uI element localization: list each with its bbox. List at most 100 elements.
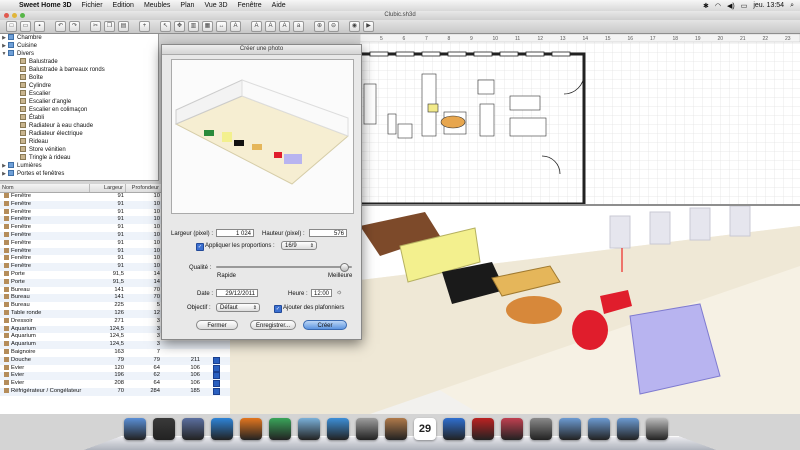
redo-icon[interactable]: ↷: [69, 21, 80, 32]
3d-round-table[interactable]: [506, 296, 562, 324]
battery-icon[interactable]: ▭: [741, 2, 748, 10]
add-text-icon[interactable]: A: [230, 21, 241, 32]
plan-furniture[interactable]: [509, 95, 541, 111]
text-style-bold-icon[interactable]: A: [251, 21, 262, 32]
add-furniture-icon[interactable]: +: [139, 21, 150, 32]
catalog-category-lumieres[interactable]: ▶ Lumières: [0, 162, 158, 170]
column-header-depth[interactable]: Profondeur: [126, 184, 162, 192]
create-dimensions-icon[interactable]: ↔: [216, 21, 227, 32]
plan-furniture[interactable]: [479, 103, 495, 137]
catalog-category-chambre[interactable]: ▶ Chambre: [0, 34, 158, 42]
safari-icon[interactable]: [327, 418, 349, 440]
table-row[interactable]: Evier 120 64 106: [0, 364, 230, 373]
create-video-icon[interactable]: ▶: [363, 21, 374, 32]
height-input[interactable]: 576: [309, 229, 347, 237]
catalog-category-cuisine[interactable]: ▶ Cuisine: [0, 42, 158, 50]
volume-icon[interactable]: ◀): [727, 2, 735, 10]
time-input[interactable]: 12:00: [311, 289, 332, 297]
visible-checkbox[interactable]: [212, 380, 220, 388]
plan-furniture[interactable]: [363, 83, 377, 125]
mission-control-icon[interactable]: [182, 418, 204, 440]
ceiling-lights-checkbox[interactable]: ✓: [274, 305, 282, 313]
disclosure-triangle-icon[interactable]: ▶: [0, 170, 8, 178]
menu-plan[interactable]: Plan: [175, 2, 199, 9]
column-header-width[interactable]: Largeur: [90, 184, 126, 192]
disclosure-triangle-icon[interactable]: ▶: [0, 34, 8, 42]
plan-furniture[interactable]: [397, 123, 413, 139]
catalog-item[interactable]: Escalier en colimaçon: [0, 106, 158, 114]
table-row[interactable]: Evier 208 64 106: [0, 380, 230, 388]
firefox-icon[interactable]: [240, 418, 262, 440]
3d-red-armchair[interactable]: [572, 310, 608, 350]
visible-checkbox[interactable]: [212, 356, 220, 364]
apply-ratio-checkbox[interactable]: ✓: [196, 243, 204, 251]
plan-furniture[interactable]: [509, 117, 547, 137]
wifi-icon[interactable]: ◠: [715, 2, 721, 10]
catalog-item[interactable]: Rideau: [0, 138, 158, 146]
table-row[interactable]: Réfrigérateur / Congélateur 70 284 185: [0, 387, 230, 396]
menu-fichier[interactable]: Fichier: [77, 2, 108, 9]
create-rooms-icon[interactable]: ▦: [202, 21, 213, 32]
width-input[interactable]: 1 024: [216, 229, 254, 237]
visible-checkbox[interactable]: [212, 364, 220, 372]
table-row[interactable]: Aquarium 124,5 3: [0, 341, 230, 349]
zoom-in-icon[interactable]: ⊕: [314, 21, 325, 32]
zoom-window-icon[interactable]: [20, 13, 25, 18]
visible-checkbox[interactable]: [212, 387, 220, 395]
disclosure-triangle-open-icon[interactable]: ▼: [0, 50, 8, 58]
itunes-icon[interactable]: [443, 418, 465, 440]
table-row[interactable]: Evier 196 62 106: [0, 372, 230, 381]
date-input[interactable]: 29/12/2011: [216, 289, 258, 297]
menu-aide[interactable]: Aide: [267, 2, 291, 9]
catalog-item[interactable]: Store vénitien: [0, 146, 158, 154]
plan-drawing[interactable]: 5 6 7 8 9 10 11 12 13 14 15 16 17 18 19 20 21 22 23: [360, 34, 800, 204]
system-preferences-icon[interactable]: [530, 418, 552, 440]
app-store-icon[interactable]: [211, 418, 233, 440]
catalog-item[interactable]: Radiateur à eau chaude: [0, 122, 158, 130]
catalog-item[interactable]: Escalier: [0, 90, 158, 98]
ical-icon[interactable]: 29: [414, 418, 436, 440]
finder-icon[interactable]: [124, 418, 146, 440]
create-walls-icon[interactable]: ▥: [188, 21, 199, 32]
open-file-icon[interactable]: ▭: [20, 21, 31, 32]
menu-app-name[interactable]: Sweet Home 3D: [14, 2, 77, 9]
preview-icon[interactable]: [298, 418, 320, 440]
menu-fenetre[interactable]: Fenêtre: [233, 2, 267, 9]
sweet-home-icon[interactable]: [501, 418, 523, 440]
save-button[interactable]: Enregistrer...: [250, 320, 296, 330]
minimize-window-icon[interactable]: [12, 13, 17, 18]
cut-icon[interactable]: ✂: [90, 21, 101, 32]
column-header-name[interactable]: Nom: [0, 184, 90, 192]
menu-vue3d[interactable]: Vue 3D: [199, 2, 232, 9]
catalog-item[interactable]: Escalier d'angle: [0, 98, 158, 106]
plan-furniture[interactable]: [387, 113, 397, 135]
downloads-icon[interactable]: [617, 418, 639, 440]
applications-icon[interactable]: [559, 418, 581, 440]
plan-furniture[interactable]: [477, 79, 495, 95]
lens-select[interactable]: Défaut: [216, 303, 260, 312]
plan-round-table[interactable]: [440, 115, 466, 129]
create-button[interactable]: Créer: [303, 320, 347, 330]
photo-booth-icon[interactable]: [472, 418, 494, 440]
catalog-item[interactable]: Radiateur électrique: [0, 130, 158, 138]
plan-chair[interactable]: [427, 103, 439, 113]
catalog-item[interactable]: Tringle à rideau: [0, 154, 158, 162]
documents-icon[interactable]: [588, 418, 610, 440]
catalog-item[interactable]: Boîte: [0, 74, 158, 82]
menu-edition[interactable]: Edition: [108, 2, 139, 9]
text-size-down-icon[interactable]: a: [293, 21, 304, 32]
create-photo-icon[interactable]: ◉: [349, 21, 360, 32]
new-file-icon[interactable]: □: [6, 21, 17, 32]
close-button[interactable]: Fermer: [196, 320, 238, 330]
menu-meubles[interactable]: Meubles: [139, 2, 175, 9]
trash-app-icon[interactable]: [356, 418, 378, 440]
spotlight-icon[interactable]: ⌕: [790, 2, 794, 10]
chrome-icon[interactable]: [269, 418, 291, 440]
text-size-up-icon[interactable]: A: [279, 21, 290, 32]
select-mode-icon[interactable]: ↖: [160, 21, 171, 32]
clock[interactable]: jeu. 13:54: [753, 2, 784, 9]
catalog-item[interactable]: Cylindre: [0, 82, 158, 90]
save-file-icon[interactable]: ▪: [34, 21, 45, 32]
paste-icon[interactable]: ▤: [118, 21, 129, 32]
catalog-item[interactable]: Balustrade à barreaux ronds: [0, 66, 158, 74]
